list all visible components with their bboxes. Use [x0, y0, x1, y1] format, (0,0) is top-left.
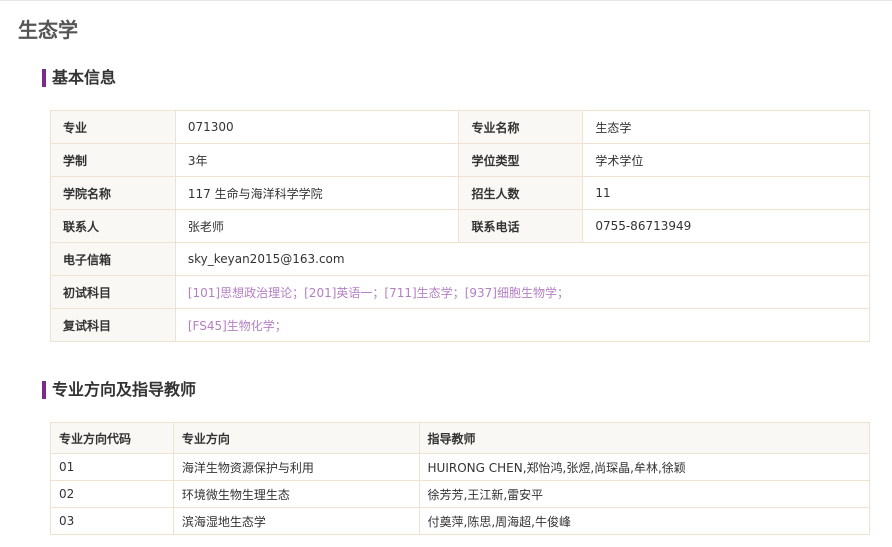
table-row: 联系人 张老师 联系电话 0755-86713949	[50, 209, 870, 243]
top-divider	[0, 0, 892, 1]
degree-type-label: 学位类型	[458, 143, 584, 177]
page-title: 生态学	[18, 18, 78, 42]
major-name-value: 生态学	[582, 110, 870, 144]
column-header-direction: 专业方向	[172, 422, 420, 454]
section-title-directions: 专业方向及指导教师	[42, 381, 196, 399]
degree-type-value: 学术学位	[582, 143, 870, 177]
contact-label: 联系人	[50, 209, 176, 243]
basic-info-table: 专业 071300 专业名称 生态学 学制 3年 学位类型 学术学位 学院名称 …	[50, 110, 871, 342]
enrollment-label: 招生人数	[458, 176, 584, 210]
table-row: 电子信箱 sky_keyan2015@163.com	[50, 242, 871, 276]
school-value: 117 生命与海洋科学学院	[174, 176, 460, 210]
table-header-row: 专业方向代码 专业方向 指导教师	[50, 422, 871, 454]
prelim-subject-link[interactable]: [937]细胞生物学；	[465, 286, 569, 300]
column-header-code: 专业方向代码	[50, 422, 174, 454]
contact-value: 张老师	[174, 209, 460, 243]
school-label: 学院名称	[50, 176, 176, 210]
prelim-subject-link[interactable]: [711]生态学；	[384, 286, 464, 300]
table-row: 学院名称 117 生命与海洋科学学院 招生人数 11	[50, 176, 870, 210]
major-name-label: 专业名称	[458, 110, 584, 144]
direction-advisors: 付奠萍,陈思,周海超,牛俊峰	[418, 507, 871, 535]
direction-name: 滨海湿地生态学	[172, 507, 420, 535]
email-label: 电子信箱	[50, 242, 176, 276]
column-header-advisors: 指导教师	[418, 422, 871, 454]
direction-code: 03	[50, 507, 174, 535]
table-row: 学制 3年 学位类型 学术学位	[50, 143, 870, 177]
direction-code: 02	[50, 480, 174, 508]
enrollment-value: 11	[582, 176, 870, 210]
prelim-subjects-label: 初试科目	[50, 275, 176, 309]
direction-advisors: 徐芳芳,王江新,雷安平	[418, 480, 871, 508]
prelim-subject-link[interactable]: [101]思想政治理论；	[188, 286, 304, 300]
prelim-subjects: [101]思想政治理论；[201]英语一；[711]生态学；[937]细胞生物学…	[174, 275, 871, 309]
table-row: 初试科目 [101]思想政治理论；[201]英语一；[711]生态学；[937]…	[50, 275, 871, 309]
major-code-value: 071300	[174, 110, 460, 144]
email-value: sky_keyan2015@163.com	[174, 242, 871, 276]
table-row: 02 环境微生物生理生态 徐芳芳,王江新,雷安平	[50, 480, 871, 508]
direction-name: 海洋生物资源保护与利用	[172, 453, 420, 481]
duration-label: 学制	[50, 143, 176, 177]
prelim-subject-link[interactable]: [201]英语一；	[304, 286, 384, 300]
direction-advisors: HUIRONG CHEN,郑怡鸿,张煜,尚琛晶,牟林,徐颖	[418, 453, 871, 481]
retest-subjects-label: 复试科目	[50, 308, 176, 342]
major-code-label: 专业	[50, 110, 176, 144]
direction-code: 01	[50, 453, 174, 481]
duration-value: 3年	[174, 143, 460, 177]
direction-name: 环境微生物生理生态	[172, 480, 420, 508]
phone-value: 0755-86713949	[582, 209, 870, 243]
table-row: 复试科目 [FS45]生物化学；	[50, 308, 871, 342]
table-row: 专业 071300 专业名称 生态学	[50, 110, 870, 144]
phone-label: 联系电话	[458, 209, 584, 243]
directions-table: 专业方向代码 专业方向 指导教师 01 海洋生物资源保护与利用 HUIRONG …	[50, 422, 871, 535]
section-title-basic-info: 基本信息	[42, 69, 116, 87]
retest-subjects: [FS45]生物化学；	[174, 308, 871, 342]
table-row: 03 滨海湿地生态学 付奠萍,陈思,周海超,牛俊峰	[50, 507, 871, 535]
retest-subject-link[interactable]: [FS45]生物化学；	[188, 319, 287, 333]
table-row: 01 海洋生物资源保护与利用 HUIRONG CHEN,郑怡鸿,张煜,尚琛晶,牟…	[50, 453, 871, 481]
